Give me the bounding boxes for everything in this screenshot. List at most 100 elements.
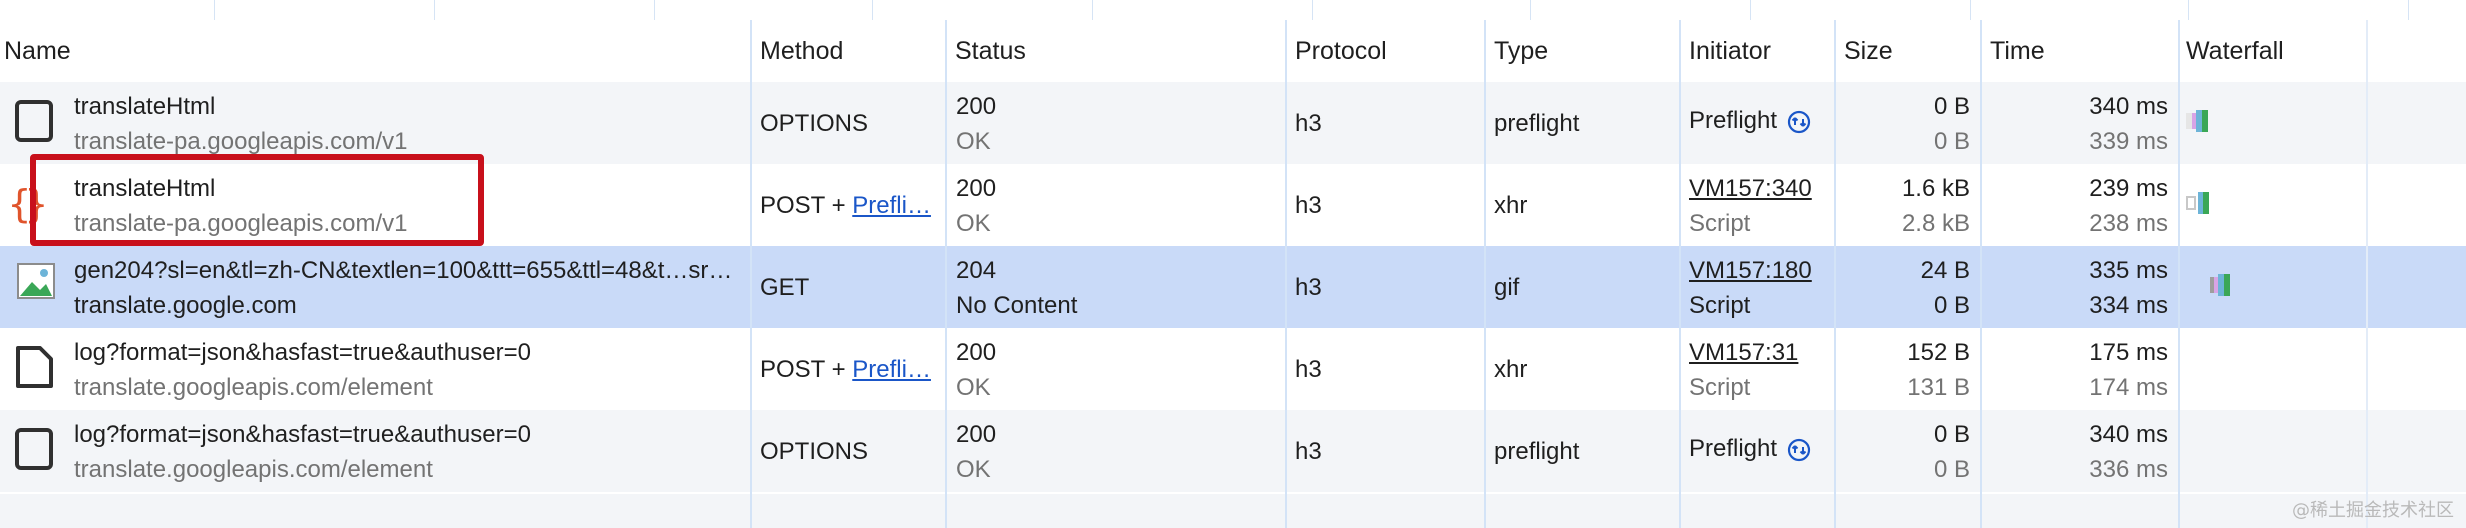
column-divider[interactable]: [750, 20, 752, 528]
request-method: GET: [760, 274, 810, 301]
resource-type: xhr: [1494, 356, 1528, 383]
method-label: POST +: [760, 356, 853, 383]
initiator-link[interactable]: VM157:180: [1689, 256, 1812, 286]
preflight-request-icon[interactable]: [1787, 438, 1811, 462]
resource-type: preflight: [1494, 438, 1580, 465]
column-header-name[interactable]: Name: [4, 20, 71, 82]
initiator[interactable]: Preflight: [1689, 434, 1811, 464]
column-header-status[interactable]: Status: [955, 20, 1026, 82]
column-divider[interactable]: [1285, 20, 1287, 528]
timeline-tick: [872, 0, 873, 20]
column-header-time[interactable]: Time: [1990, 20, 2045, 82]
method-label: POST +: [760, 192, 853, 219]
status-code: 200: [956, 175, 997, 202]
blank-document-icon: [15, 100, 53, 142]
initiator[interactable]: Preflight: [1689, 106, 1811, 136]
resource-size: 2.8 kB: [1901, 210, 1970, 237]
column-divider[interactable]: [1834, 20, 1836, 528]
table-row[interactable]: log?format=json&hasfast=true&authuser=0 …: [0, 410, 2466, 492]
highlight-box: [30, 154, 484, 246]
column-header-size[interactable]: Size: [1844, 20, 1893, 82]
latency-time: 336 ms: [2089, 456, 2168, 483]
initiator-type: Script: [1689, 210, 1751, 237]
column-divider[interactable]: [1484, 20, 1486, 528]
resource-type: xhr: [1494, 192, 1528, 219]
request-method: OPTIONS: [760, 110, 869, 137]
column-header-initiator[interactable]: Initiator: [1689, 20, 1771, 82]
initiator-link[interactable]: VM157:340: [1689, 174, 1812, 204]
table-row[interactable]: log?format=json&hasfast=true&authuser=0 …: [0, 328, 2466, 410]
timeline-overview[interactable]: [0, 0, 2466, 21]
initiator-link[interactable]: VM157:31: [1689, 338, 1798, 368]
timeline-tick: [1092, 0, 1093, 20]
table-header: Name Method Status Protocol Type Initiat…: [0, 20, 2466, 83]
table-row[interactable]: gen204?sl=en&tl=zh-CN&textlen=100&ttt=65…: [0, 246, 2466, 328]
column-divider[interactable]: [1980, 20, 1982, 528]
request-domain: translate.googleapis.com/element: [74, 374, 433, 401]
resource-size: 0 B: [1933, 456, 1970, 483]
image-icon: [17, 263, 55, 299]
transfer-size: 1.6 kB: [1901, 175, 1970, 202]
total-time: 175 ms: [2089, 339, 2168, 366]
preflight-link[interactable]: Prefli…: [852, 356, 931, 383]
blank-document-icon: [15, 428, 53, 470]
protocol: h3: [1295, 356, 1322, 383]
table-row[interactable]: translateHtml translate-pa.googleapis.co…: [0, 82, 2466, 164]
status-text: OK: [956, 210, 991, 237]
waterfall-download: [2203, 192, 2209, 214]
initiator-type: Script: [1689, 374, 1751, 401]
request-name[interactable]: gen204?sl=en&tl=zh-CN&textlen=100&ttt=65…: [74, 256, 744, 286]
column-header-type[interactable]: Type: [1494, 20, 1548, 82]
status-text: No Content: [956, 292, 1078, 319]
request-name[interactable]: translateHtml: [74, 92, 215, 122]
protocol: h3: [1295, 438, 1322, 465]
timeline-tick: [1750, 0, 1751, 20]
waterfall-queue: [2186, 196, 2196, 210]
latency-time: 334 ms: [2089, 292, 2168, 319]
request-domain: translate.google.com: [74, 292, 297, 319]
resource-size: 0 B: [1933, 128, 1970, 155]
latency-time: 174 ms: [2089, 374, 2168, 401]
document-icon: [16, 346, 53, 388]
column-header-method[interactable]: Method: [760, 20, 843, 82]
waterfall-download: [2224, 274, 2230, 296]
total-time: 335 ms: [2089, 257, 2168, 284]
column-divider[interactable]: [2178, 20, 2180, 528]
preflight-link[interactable]: Prefli…: [852, 192, 931, 219]
total-time: 239 ms: [2089, 175, 2168, 202]
initiator-label: Preflight: [1689, 435, 1778, 462]
column-header-waterfall[interactable]: Waterfall: [2186, 20, 2284, 82]
status-code: 204: [956, 257, 997, 284]
resource-type: preflight: [1494, 110, 1580, 137]
request-name[interactable]: log?format=json&hasfast=true&authuser=0: [74, 420, 531, 450]
status-text: OK: [956, 374, 991, 401]
timeline-tick: [1970, 0, 1971, 20]
protocol: h3: [1295, 192, 1322, 219]
latency-time: 339 ms: [2089, 128, 2168, 155]
request-method: POST + Prefli…: [760, 191, 936, 221]
request-domain: translate.googleapis.com/element: [74, 456, 433, 483]
total-time: 340 ms: [2089, 421, 2168, 448]
column-header-protocol[interactable]: Protocol: [1295, 20, 1387, 82]
initiator-type: Script: [1689, 292, 1751, 319]
resource-type: gif: [1494, 274, 1520, 301]
watermark: @稀土掘金技术社区: [2292, 500, 2454, 521]
timeline-tick: [214, 0, 215, 20]
transfer-size: 152 B: [1907, 339, 1970, 366]
timeline-tick: [2408, 0, 2409, 20]
request-method: POST + Prefli…: [760, 355, 936, 385]
request-name[interactable]: log?format=json&hasfast=true&authuser=0: [74, 338, 531, 368]
status-text: OK: [956, 456, 991, 483]
resource-size: 131 B: [1907, 374, 1970, 401]
waterfall-gridline: [2366, 20, 2368, 528]
column-divider[interactable]: [1679, 20, 1681, 528]
timeline-tick: [2188, 0, 2189, 20]
transfer-size: 24 B: [1920, 257, 1970, 284]
status-code: 200: [956, 339, 997, 366]
timeline-tick: [1530, 0, 1531, 20]
status-code: 200: [956, 421, 997, 448]
column-divider[interactable]: [945, 20, 947, 528]
resource-size: 0 B: [1933, 292, 1970, 319]
request-method: OPTIONS: [760, 438, 869, 465]
preflight-request-icon[interactable]: [1787, 110, 1811, 134]
